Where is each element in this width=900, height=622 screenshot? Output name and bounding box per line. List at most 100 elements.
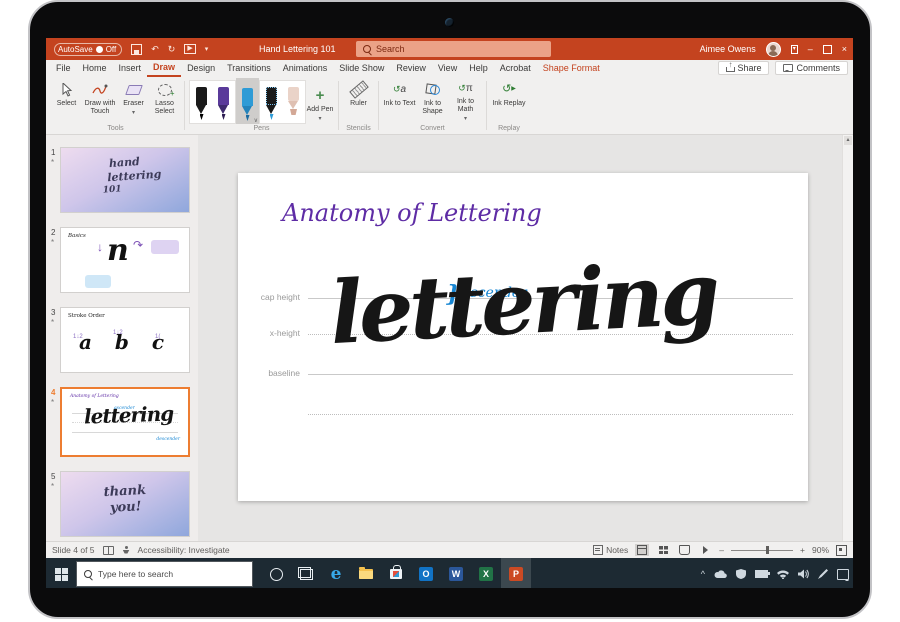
ink-to-math-caret-icon[interactable]: ▾ <box>464 116 467 123</box>
tab-insert[interactable]: Insert <box>113 60 148 76</box>
autosave-toggle[interactable]: AutoSave Off <box>54 43 122 56</box>
eraser-caret-icon[interactable]: ▾ <box>132 110 135 117</box>
group-stencils: Ruler Stencils <box>340 77 377 134</box>
thumbnail-slide-2[interactable]: 2 * Basics n ↓ ↷ <box>46 227 198 293</box>
save-icon[interactable] <box>131 44 142 55</box>
slide-canvas-area[interactable]: Anatomy of Lettering cap height x-height… <box>198 135 853 541</box>
slide-1-preview[interactable]: handlettering101 <box>60 147 190 213</box>
tab-shape-format[interactable]: Shape Format <box>537 60 606 76</box>
select-button[interactable]: Select <box>51 79 82 123</box>
start-button[interactable] <box>46 558 76 588</box>
eraser-button[interactable]: Eraser ▾ <box>118 79 149 123</box>
notes-button[interactable]: Notes <box>593 545 628 555</box>
redo-icon[interactable]: ↻ <box>168 44 176 55</box>
tab-review[interactable]: Review <box>390 60 432 76</box>
share-button[interactable]: Share <box>718 61 769 75</box>
taskbar-search-box[interactable]: Type here to search <box>76 561 253 587</box>
ruler-button[interactable]: Ruler <box>343 79 374 123</box>
word-button[interactable]: W <box>441 558 471 588</box>
guide-line <box>72 432 178 433</box>
start-presentation-icon[interactable]: ▶ <box>184 44 195 54</box>
tab-home[interactable]: Home <box>77 60 113 76</box>
lettering-ink-word[interactable]: lettering <box>328 251 718 357</box>
ink-to-math-button[interactable]: ↺π Ink to Math ▾ <box>449 79 482 123</box>
zoom-in-button[interactable]: + <box>800 545 805 555</box>
wifi-icon[interactable] <box>777 570 789 579</box>
tab-slide-show[interactable]: Slide Show <box>333 60 390 76</box>
language-book-icon[interactable] <box>103 546 114 555</box>
pen-blue-selected[interactable]: ∨ <box>236 78 259 124</box>
thumbnail-slide-5[interactable]: 5 * thankyou! <box>46 471 198 537</box>
powerpoint-button-active[interactable]: P <box>501 558 531 588</box>
ink-replay-button[interactable]: ↺▶ Ink Replay <box>491 79 527 123</box>
tab-animations[interactable]: Animations <box>277 60 334 76</box>
tab-transitions[interactable]: Transitions <box>221 60 277 76</box>
tab-design[interactable]: Design <box>181 60 221 76</box>
pen-black[interactable] <box>196 87 207 121</box>
fit-slide-to-window-icon[interactable] <box>836 545 847 556</box>
slide-3-preview[interactable]: Stroke Order a b c 1↓2 1↓2 1( <box>60 307 190 373</box>
reading-view-button[interactable] <box>677 544 691 556</box>
volume-icon[interactable] <box>798 569 809 579</box>
minimize-button[interactable]: – <box>808 44 813 54</box>
ink-to-shape-button[interactable]: Ink to Shape <box>416 79 449 123</box>
undo-icon[interactable]: ↶ <box>151 44 159 55</box>
thumbnail-slide-1[interactable]: 1 * handlettering101 <box>46 147 198 213</box>
pen-icon[interactable] <box>818 569 828 579</box>
outlook-icon: O <box>419 567 433 581</box>
zoom-slider[interactable] <box>731 550 793 551</box>
thumbnail-slide-4-selected[interactable]: 4 * Anatomy of Lettering lettering ascen… <box>46 387 198 457</box>
pencil-blue-dotted[interactable] <box>266 87 277 121</box>
lasso-select-button[interactable]: Lasso Select <box>149 79 180 123</box>
titlebar-search[interactable]: Search <box>356 41 551 57</box>
defender-shield-icon[interactable] <box>736 569 746 579</box>
pen-caret-icon[interactable]: ∨ <box>254 117 258 124</box>
accessibility-status[interactable]: Accessibility: Investigate <box>138 545 230 555</box>
close-button[interactable]: × <box>842 44 847 54</box>
comments-button[interactable]: Comments <box>775 61 848 75</box>
slideshow-view-button[interactable] <box>698 544 712 556</box>
zoom-percent[interactable]: 90% <box>812 545 829 555</box>
excel-button[interactable]: X <box>471 558 501 588</box>
edge-button[interactable]: e <box>321 558 351 588</box>
slide-5-preview[interactable]: thankyou! <box>60 471 190 537</box>
thumbnail-slide-3[interactable]: 3 * Stroke Order a b c 1↓2 1↓2 1( <box>46 307 198 373</box>
windows-taskbar: Type here to search e O W X P ^ <box>46 558 853 588</box>
action-center-icon[interactable] <box>837 569 849 580</box>
microsoft-store-button[interactable] <box>381 558 411 588</box>
add-pen-button[interactable]: + Add Pen ▾ <box>306 85 334 124</box>
tab-file[interactable]: File <box>50 60 77 76</box>
maximize-button[interactable] <box>823 45 832 54</box>
pen-purple[interactable] <box>218 87 229 121</box>
avatar[interactable] <box>766 42 781 57</box>
group-label-pens: Pens <box>254 124 270 134</box>
slide-title[interactable]: Anatomy of Lettering <box>282 199 542 227</box>
slide-2-preview[interactable]: Basics n ↓ ↷ <box>60 227 190 293</box>
customize-toolbar-caret[interactable]: ▾ <box>205 45 209 53</box>
slide-4-editing-surface[interactable]: Anatomy of Lettering cap height x-height… <box>238 173 808 501</box>
ribbon-display-options-icon[interactable]: ▾ <box>791 45 798 54</box>
ink-to-text-button[interactable]: ↺a Ink to Text <box>383 79 416 123</box>
cortana-button[interactable] <box>261 558 291 588</box>
normal-view-button[interactable] <box>635 544 649 556</box>
outlook-button[interactable]: O <box>411 558 441 588</box>
task-view-button[interactable] <box>291 558 321 588</box>
vertical-scrollbar[interactable]: ▴ <box>842 135 853 541</box>
tab-draw[interactable]: Draw <box>147 59 181 77</box>
scroll-up-icon[interactable]: ▴ <box>844 136 852 145</box>
onedrive-cloud-icon[interactable] <box>714 570 727 579</box>
slide-thumbnail-panel[interactable]: 1 * handlettering101 2 * Basics n ↓ ↷ <box>46 135 198 541</box>
tray-chevron-up-icon[interactable]: ^ <box>701 569 705 579</box>
tab-view[interactable]: View <box>432 60 463 76</box>
file-explorer-button[interactable] <box>351 558 381 588</box>
slide-4-preview[interactable]: Anatomy of Lettering lettering ascender … <box>60 387 190 457</box>
zoom-slider-thumb[interactable] <box>766 546 769 554</box>
draw-with-touch-button[interactable]: Draw with Touch <box>82 79 118 123</box>
highlighter-pen[interactable] <box>288 87 299 121</box>
tab-help[interactable]: Help <box>463 60 494 76</box>
slide-sorter-view-button[interactable] <box>656 544 670 556</box>
zoom-out-button[interactable]: – <box>719 545 724 555</box>
tab-acrobat[interactable]: Acrobat <box>494 60 537 76</box>
battery-icon[interactable] <box>755 570 768 578</box>
ribbon-separator <box>378 81 379 130</box>
